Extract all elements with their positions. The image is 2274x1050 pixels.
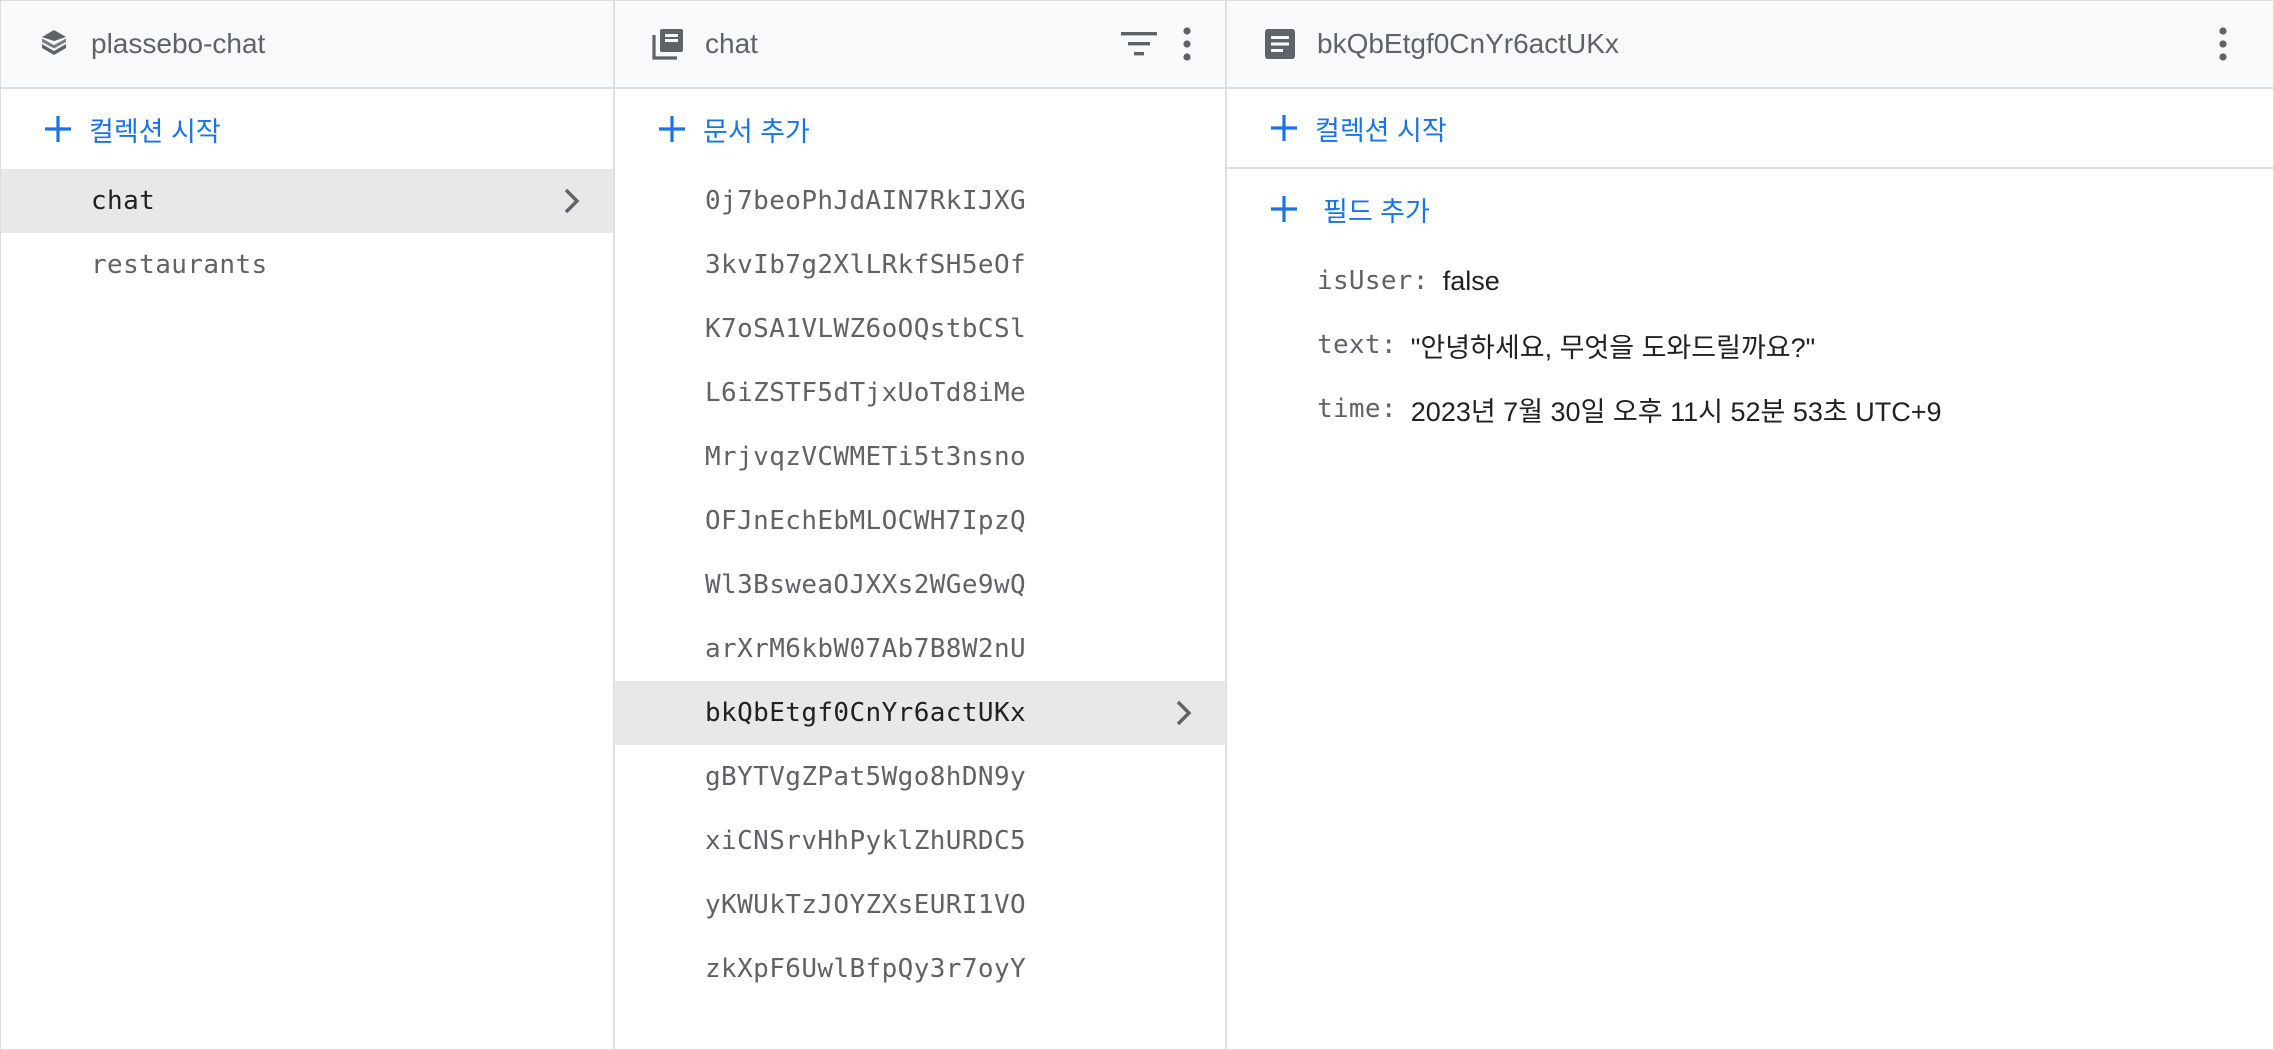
document-item[interactable]: bkQbEtgf0CnYr6actUKx xyxy=(615,681,1225,745)
more-vert-icon xyxy=(2219,27,2227,61)
document-id-label: yKWUkTzJOYZXsEURI1VO xyxy=(705,890,1027,920)
document-id-label: K7oSA1VLWZ6oOQstbCSl xyxy=(705,314,1027,344)
collection-item-label: chat xyxy=(91,186,156,216)
document-icon xyxy=(1261,25,1299,63)
field-value: false xyxy=(1442,265,1500,296)
documents-list: 0j7beoPhJdAIN7RkIJXG 3kvIb7g2XlLRkfSH5eOf… xyxy=(615,169,1225,1001)
document-id-label: L6iZSTF5dTjxUoTd8iMe xyxy=(705,378,1027,408)
document-more-button[interactable] xyxy=(2199,20,2247,68)
firestore-stack-icon xyxy=(35,25,73,63)
filter-icon xyxy=(1121,32,1157,56)
start-subcollection-button[interactable]: 컬렉션 시작 xyxy=(1227,89,2273,169)
chevron-right-icon xyxy=(1176,700,1192,726)
collection-more-button[interactable] xyxy=(1163,20,1211,68)
chevron-right-icon xyxy=(564,188,580,214)
document-id-label: 3kvIb7g2XlLRkfSH5eOf xyxy=(705,250,1027,280)
collection-item-restaurants[interactable]: restaurants xyxy=(1,233,613,297)
field-row[interactable]: time: 2023년 7월 30일 오후 11시 52분 53초 UTC+9 xyxy=(1227,377,2273,441)
collection-panel-title: chat xyxy=(705,28,758,59)
document-panel-header: bkQbEtgf0CnYr6actUKx xyxy=(1227,1,2273,89)
document-id-label: 0j7beoPhJdAIN7RkIJXG xyxy=(705,186,1027,216)
field-row[interactable]: text: "안녕하세요, 무엇을 도와드릴까요?" xyxy=(1227,313,2273,377)
field-key: text: xyxy=(1317,330,1397,360)
add-field-button[interactable]: 필드 추가 xyxy=(1227,169,2273,249)
filter-button[interactable] xyxy=(1115,20,1163,68)
add-document-button[interactable]: 문서 추가 xyxy=(615,89,1225,169)
document-item[interactable]: OFJnEchEbMLOCWH7IpzQ xyxy=(615,489,1225,553)
document-id-label: bkQbEtgf0CnYr6actUKx xyxy=(705,698,1027,728)
document-id-label: arXrM6kbW07Ab7B8W2nU xyxy=(705,634,1027,664)
collection-item-chat[interactable]: chat xyxy=(1,169,613,233)
plus-icon xyxy=(41,112,75,146)
firestore-data-viewer: plassebo-chat 컬렉션 시작 chat restaurants cha… xyxy=(0,0,2274,1050)
collection-panel: chat 문서 추가 0j7beoPhJdAIN7RkIJXG 3kvIb7g2… xyxy=(615,1,1227,1049)
document-item[interactable]: xiCNSrvHhPyklZhURDC5 xyxy=(615,809,1225,873)
start-subcollection-label: 컬렉션 시작 xyxy=(1315,115,1447,146)
document-panel: bkQbEtgf0CnYr6actUKx 컬렉션 시작 필드 추가 isUser… xyxy=(1227,1,2273,1049)
more-vert-icon xyxy=(1183,27,1191,61)
document-panel-title: bkQbEtgf0CnYr6actUKx xyxy=(1317,28,1619,59)
fields-list: isUser: false text: "안녕하세요, 무엇을 도와드릴까요?" tim… xyxy=(1227,249,2273,441)
collection-panel-header: chat xyxy=(615,1,1225,89)
document-item[interactable]: K7oSA1VLWZ6oOQstbCSl xyxy=(615,297,1225,361)
collection-item-label: restaurants xyxy=(91,250,268,280)
root-panel-title: plassebo-chat xyxy=(91,28,266,59)
document-item[interactable]: 3kvIb7g2XlLRkfSH5eOf xyxy=(615,233,1225,297)
plus-icon xyxy=(1267,192,1301,226)
start-collection-label: 컬렉션 시작 xyxy=(89,116,221,147)
start-collection-button[interactable]: 컬렉션 시작 xyxy=(1,89,613,169)
document-id-label: xiCNSrvHhPyklZhURDC5 xyxy=(705,826,1027,856)
field-row[interactable]: isUser: false xyxy=(1227,249,2273,313)
document-item[interactable]: L6iZSTF5dTjxUoTd8iMe xyxy=(615,361,1225,425)
collections-list: chat restaurants xyxy=(1,169,613,297)
plus-icon xyxy=(655,112,689,146)
document-id-label: Wl3BsweaOJXXs2WGe9wQ xyxy=(705,570,1027,600)
document-item[interactable]: gBYTVgZPat5Wgo8hDN9y xyxy=(615,745,1225,809)
document-item[interactable]: arXrM6kbW07Ab7B8W2nU xyxy=(615,617,1225,681)
add-field-label: 필드 추가 xyxy=(1323,196,1430,227)
document-item[interactable]: MrjvqzVCWMETi5t3nsno xyxy=(615,425,1225,489)
document-id-label: zkXpF6UwlBfpQy3r7oyY xyxy=(705,954,1027,984)
field-value: 2023년 7월 30일 오후 11시 52분 53초 UTC+9 xyxy=(1410,396,1942,427)
document-item[interactable]: zkXpF6UwlBfpQy3r7oyY xyxy=(615,937,1225,1001)
document-item[interactable]: yKWUkTzJOYZXsEURI1VO xyxy=(615,873,1225,937)
field-key: time: xyxy=(1317,394,1397,424)
root-panel: plassebo-chat 컬렉션 시작 chat restaurants xyxy=(1,1,615,1049)
document-item[interactable]: Wl3BsweaOJXXs2WGe9wQ xyxy=(615,553,1225,617)
field-key: isUser: xyxy=(1317,266,1429,296)
field-value: "안녕하세요, 무엇을 도와드릴까요?" xyxy=(1410,332,1816,363)
collection-icon xyxy=(649,25,687,63)
add-document-label: 문서 추가 xyxy=(703,116,810,147)
document-item[interactable]: 0j7beoPhJdAIN7RkIJXG xyxy=(615,169,1225,233)
root-panel-header: plassebo-chat xyxy=(1,1,613,89)
document-id-label: OFJnEchEbMLOCWH7IpzQ xyxy=(705,506,1027,536)
document-id-label: gBYTVgZPat5Wgo8hDN9y xyxy=(705,762,1027,792)
plus-icon xyxy=(1267,111,1301,145)
document-id-label: MrjvqzVCWMETi5t3nsno xyxy=(705,442,1027,472)
